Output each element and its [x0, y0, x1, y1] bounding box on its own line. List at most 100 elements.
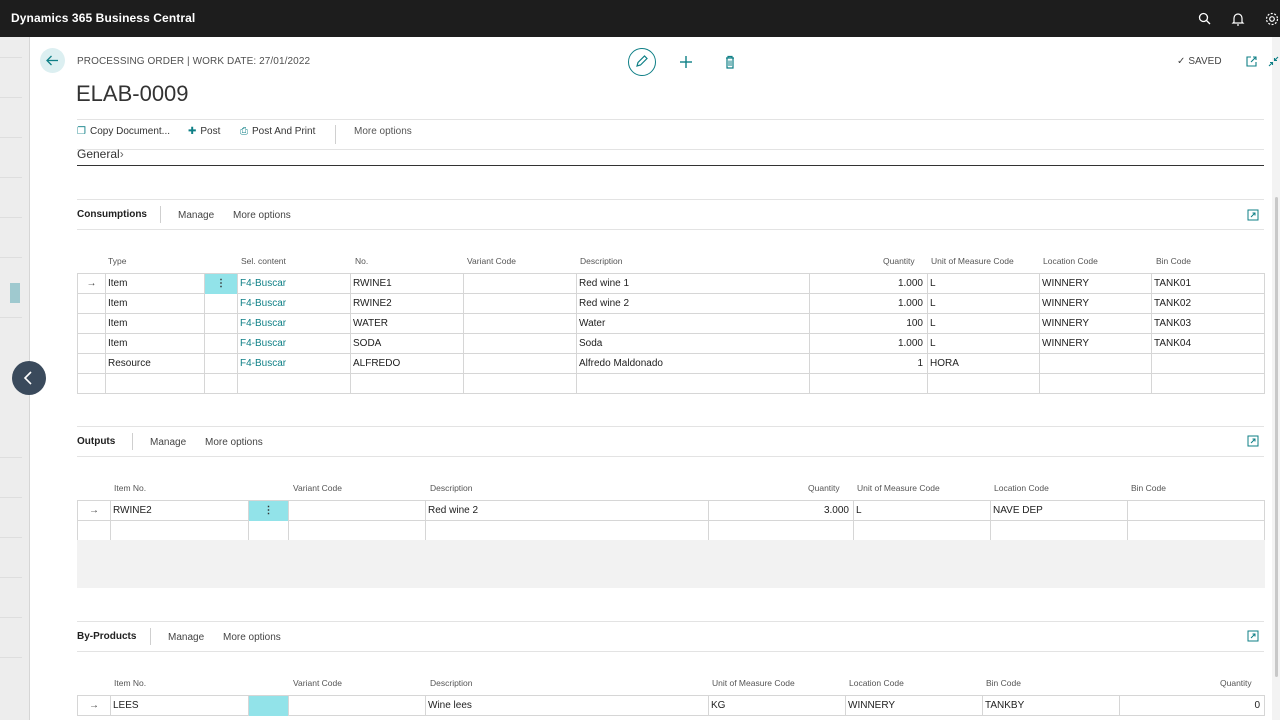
- cell-description[interactable]: Wine lees: [426, 696, 709, 716]
- cell-description[interactable]: Water: [577, 314, 810, 334]
- cell-location-code[interactable]: NAVE DEP: [991, 501, 1128, 521]
- column-header-uom[interactable]: Unit of Measure Code: [712, 678, 795, 688]
- row-arrow-icon[interactable]: →: [78, 501, 111, 521]
- cell-location-code[interactable]: [1040, 374, 1152, 394]
- column-header-item-no[interactable]: Item No.: [114, 483, 146, 493]
- cell-quantity[interactable]: [810, 374, 928, 394]
- cell-bin-code[interactable]: [1152, 354, 1265, 374]
- cell-uom[interactable]: L: [928, 274, 1040, 294]
- column-header-description[interactable]: Description: [430, 483, 473, 493]
- row-actions-cell[interactable]: [205, 354, 238, 374]
- row-actions-button[interactable]: ⋮: [249, 501, 289, 521]
- column-header-quantity[interactable]: Quantity: [883, 256, 915, 266]
- column-header-type[interactable]: Type: [108, 256, 126, 266]
- consumptions-manage[interactable]: Manage: [178, 210, 214, 221]
- search-icon[interactable]: [1197, 11, 1213, 27]
- expand-icon[interactable]: [1247, 435, 1259, 447]
- column-header-item-no[interactable]: Item No.: [114, 678, 146, 688]
- cell-variant-code[interactable]: [464, 294, 577, 314]
- cell-variant-code[interactable]: [464, 314, 577, 334]
- table-row-empty[interactable]: [78, 521, 1265, 541]
- cell-bin-code[interactable]: TANK04: [1152, 334, 1265, 354]
- cell-location-code[interactable]: [1040, 354, 1152, 374]
- cell-location-code[interactable]: WINNERY: [1040, 314, 1152, 334]
- plus-icon[interactable]: [678, 54, 694, 70]
- cell-quantity[interactable]: 1.000: [810, 274, 928, 294]
- column-header-variant-code[interactable]: Variant Code: [467, 256, 516, 266]
- cell-variant-code[interactable]: [289, 501, 426, 521]
- row-actions-button[interactable]: [249, 696, 289, 716]
- cell-variant-code[interactable]: [464, 374, 577, 394]
- cell-quantity[interactable]: 0: [1120, 696, 1265, 716]
- cell-bin-code[interactable]: TANK03: [1152, 314, 1265, 334]
- column-header-quantity[interactable]: Quantity: [808, 483, 840, 493]
- cell-description[interactable]: Red wine 2: [577, 294, 810, 314]
- column-header-quantity[interactable]: Quantity: [1220, 678, 1252, 688]
- cell-description[interactable]: [577, 374, 810, 394]
- table-row[interactable]: Item F4-Buscar WATER Water 100 L WINNERY…: [78, 314, 1265, 334]
- cell-sel-content[interactable]: F4-Buscar: [238, 294, 351, 314]
- cell-variant-code[interactable]: [464, 354, 577, 374]
- row-arrow-icon[interactable]: →: [78, 274, 106, 294]
- table-row[interactable]: → RWINE2 ⋮ Red wine 2 3.000 L NAVE DEP: [78, 501, 1265, 521]
- cell-bin-code[interactable]: TANK02: [1152, 294, 1265, 314]
- copy-document-action[interactable]: ❐ Copy Document...: [77, 126, 170, 137]
- byproducts-more-options[interactable]: More options: [223, 632, 281, 643]
- cell-sel-content[interactable]: F4-Buscar: [238, 334, 351, 354]
- cell-type[interactable]: Item: [106, 314, 205, 334]
- column-header-location-code[interactable]: Location Code: [849, 678, 904, 688]
- cell-bin-code[interactable]: [1128, 521, 1265, 541]
- cell-item-no[interactable]: [111, 521, 249, 541]
- cell-uom[interactable]: KG: [709, 696, 846, 716]
- post-and-print-action[interactable]: ⎙ Post And Print: [240, 126, 315, 137]
- collapse-icon[interactable]: [1267, 55, 1280, 68]
- table-row[interactable]: → Item ⋮ F4-Buscar RWINE1 Red wine 1 1.0…: [78, 274, 1265, 294]
- column-header-variant-code[interactable]: Variant Code: [293, 678, 342, 688]
- cell-uom[interactable]: L: [928, 294, 1040, 314]
- column-header-location-code[interactable]: Location Code: [1043, 256, 1098, 266]
- row-actions-cell[interactable]: [249, 521, 289, 541]
- open-new-window-icon[interactable]: [1245, 55, 1258, 68]
- app-title[interactable]: Dynamics 365 Business Central: [11, 11, 195, 25]
- cell-bin-code[interactable]: TANKBY: [983, 696, 1120, 716]
- general-fasttab[interactable]: General›: [77, 147, 124, 161]
- row-actions-cell[interactable]: [205, 294, 238, 314]
- cell-bin-code[interactable]: [1128, 501, 1265, 521]
- cell-type[interactable]: [106, 374, 205, 394]
- cell-description[interactable]: Soda: [577, 334, 810, 354]
- byproducts-title[interactable]: By-Products: [77, 631, 136, 642]
- cell-description[interactable]: Alfredo Maldonado: [577, 354, 810, 374]
- column-header-description[interactable]: Description: [430, 678, 473, 688]
- edit-button[interactable]: [628, 48, 656, 76]
- row-selector[interactable]: [78, 294, 106, 314]
- cell-variant-code[interactable]: [289, 696, 426, 716]
- outputs-manage[interactable]: Manage: [150, 437, 186, 448]
- gear-icon[interactable]: [1264, 11, 1280, 27]
- column-header-description[interactable]: Description: [580, 256, 623, 266]
- cell-no[interactable]: RWINE2: [351, 294, 464, 314]
- cell-type[interactable]: Item: [106, 274, 205, 294]
- cell-uom[interactable]: HORA: [928, 354, 1040, 374]
- cell-uom[interactable]: L: [928, 314, 1040, 334]
- column-header-uom[interactable]: Unit of Measure Code: [857, 483, 940, 493]
- page-scrollbar[interactable]: [1272, 37, 1280, 720]
- consumptions-more-options[interactable]: More options: [233, 210, 291, 221]
- expand-icon[interactable]: [1247, 209, 1259, 221]
- table-row[interactable]: Resource F4-Buscar ALFREDO Alfredo Maldo…: [78, 354, 1265, 374]
- cell-no[interactable]: WATER: [351, 314, 464, 334]
- cell-sel-content[interactable]: [238, 374, 351, 394]
- cell-type[interactable]: Item: [106, 294, 205, 314]
- outputs-title[interactable]: Outputs: [77, 436, 115, 447]
- cell-type[interactable]: Item: [106, 334, 205, 354]
- column-header-bin-code[interactable]: Bin Code: [1131, 483, 1166, 493]
- more-options-action[interactable]: More options: [354, 126, 412, 137]
- cell-quantity[interactable]: 1.000: [810, 334, 928, 354]
- cell-variant-code[interactable]: [464, 274, 577, 294]
- cell-type[interactable]: Resource: [106, 354, 205, 374]
- cell-uom[interactable]: L: [854, 501, 991, 521]
- cell-quantity[interactable]: 1.000: [810, 294, 928, 314]
- cell-location-code[interactable]: [991, 521, 1128, 541]
- column-header-variant-code[interactable]: Variant Code: [293, 483, 342, 493]
- collapse-panel-button[interactable]: [12, 361, 46, 395]
- cell-quantity[interactable]: 3.000: [709, 501, 854, 521]
